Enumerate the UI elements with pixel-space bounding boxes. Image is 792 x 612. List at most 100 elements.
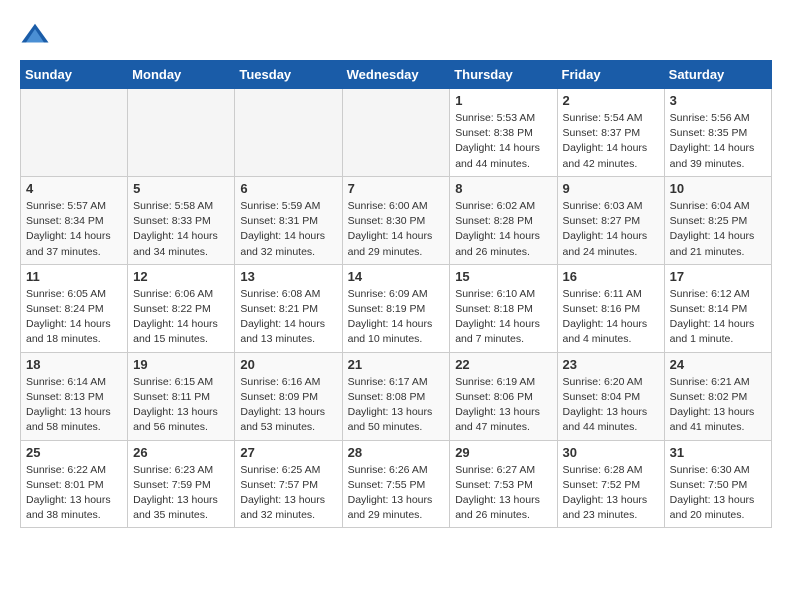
day-number: 8 bbox=[455, 181, 551, 196]
calendar-cell: 22 Sunrise: 6:19 AM Sunset: 8:06 PM Dayli… bbox=[450, 352, 557, 440]
calendar-cell: 6 Sunrise: 5:59 AM Sunset: 8:31 PM Daylig… bbox=[235, 176, 342, 264]
day-number: 10 bbox=[670, 181, 766, 196]
day-number: 7 bbox=[348, 181, 445, 196]
logo-icon bbox=[20, 20, 50, 50]
day-number: 15 bbox=[455, 269, 551, 284]
calendar-cell: 29Sunrise: 6:27 AM Sunset: 7:53 PM Dayli… bbox=[450, 440, 557, 528]
calendar-week-row: 11 Sunrise: 6:05 AM Sunset: 8:24 PM Dayli… bbox=[21, 264, 772, 352]
day-number: 22 bbox=[455, 357, 551, 372]
calendar-cell: 28 Sunrise: 6:26 AM Sunset: 7:55 PM Dayli… bbox=[342, 440, 450, 528]
day-info: Sunrise: 6:21 AM Sunset: 8:02 PM Dayligh… bbox=[670, 375, 766, 436]
day-info: Sunrise: 6:05 AM Sunset: 8:24 PM Dayligh… bbox=[26, 287, 122, 348]
day-number: 23 bbox=[563, 357, 659, 372]
day-number: 3 bbox=[670, 93, 766, 108]
day-number: 29 bbox=[455, 445, 551, 460]
calendar-cell bbox=[21, 89, 128, 177]
calendar-cell: 23Sunrise: 6:20 AM Sunset: 8:04 PM Dayli… bbox=[557, 352, 664, 440]
calendar-week-row: 1 Sunrise: 5:53 AM Sunset: 8:38 PM Daylig… bbox=[21, 89, 772, 177]
calendar-cell: 20 Sunrise: 6:16 AM Sunset: 8:09 PM Dayli… bbox=[235, 352, 342, 440]
page-header bbox=[20, 20, 772, 50]
calendar-cell: 4 Sunrise: 5:57 AM Sunset: 8:34 PM Daylig… bbox=[21, 176, 128, 264]
calendar-cell: 27 Sunrise: 6:25 AM Sunset: 7:57 PM Dayli… bbox=[235, 440, 342, 528]
day-number: 24 bbox=[670, 357, 766, 372]
day-number: 14 bbox=[348, 269, 445, 284]
calendar-header-row: SundayMondayTuesdayWednesdayThursdayFrid… bbox=[21, 61, 772, 89]
calendar-cell: 16Sunrise: 6:11 AM Sunset: 8:16 PM Dayli… bbox=[557, 264, 664, 352]
calendar-cell: 31Sunrise: 6:30 AM Sunset: 7:50 PM Dayli… bbox=[664, 440, 771, 528]
calendar-cell: 21 Sunrise: 6:17 AM Sunset: 8:08 PM Dayli… bbox=[342, 352, 450, 440]
calendar-cell: 14 Sunrise: 6:09 AM Sunset: 8:19 PM Dayli… bbox=[342, 264, 450, 352]
header-thursday: Thursday bbox=[450, 61, 557, 89]
calendar-cell: 25 Sunrise: 6:22 AM Sunset: 8:01 PM Dayli… bbox=[21, 440, 128, 528]
calendar-cell: 13 Sunrise: 6:08 AM Sunset: 8:21 PM Dayli… bbox=[235, 264, 342, 352]
calendar-cell: 3 Sunrise: 5:56 AM Sunset: 8:35 PM Daylig… bbox=[664, 89, 771, 177]
day-number: 20 bbox=[240, 357, 336, 372]
day-info: Sunrise: 6:12 AM Sunset: 8:14 PM Dayligh… bbox=[670, 287, 766, 348]
day-info: Sunrise: 6:26 AM Sunset: 7:55 PM Dayligh… bbox=[348, 463, 445, 524]
day-info: Sunrise: 5:53 AM Sunset: 8:38 PM Dayligh… bbox=[455, 111, 551, 172]
day-info: Sunrise: 6:06 AM Sunset: 8:22 PM Dayligh… bbox=[133, 287, 229, 348]
day-info: Sunrise: 6:14 AM Sunset: 8:13 PM Dayligh… bbox=[26, 375, 122, 436]
calendar-cell: 2 Sunrise: 5:54 AM Sunset: 8:37 PM Daylig… bbox=[557, 89, 664, 177]
day-info: Sunrise: 5:57 AM Sunset: 8:34 PM Dayligh… bbox=[26, 199, 122, 260]
calendar-cell: 9 Sunrise: 6:03 AM Sunset: 8:27 PM Daylig… bbox=[557, 176, 664, 264]
calendar-cell bbox=[342, 89, 450, 177]
day-number: 2 bbox=[563, 93, 659, 108]
day-number: 16 bbox=[563, 269, 659, 284]
day-number: 13 bbox=[240, 269, 336, 284]
day-info: Sunrise: 6:17 AM Sunset: 8:08 PM Dayligh… bbox=[348, 375, 445, 436]
day-info: Sunrise: 6:16 AM Sunset: 8:09 PM Dayligh… bbox=[240, 375, 336, 436]
header-sunday: Sunday bbox=[21, 61, 128, 89]
day-number: 25 bbox=[26, 445, 122, 460]
day-number: 9 bbox=[563, 181, 659, 196]
calendar-cell: 8 Sunrise: 6:02 AM Sunset: 8:28 PM Daylig… bbox=[450, 176, 557, 264]
day-number: 17 bbox=[670, 269, 766, 284]
header-saturday: Saturday bbox=[664, 61, 771, 89]
calendar-cell: 19 Sunrise: 6:15 AM Sunset: 8:11 PM Dayli… bbox=[128, 352, 235, 440]
day-info: Sunrise: 6:22 AM Sunset: 8:01 PM Dayligh… bbox=[26, 463, 122, 524]
calendar-cell: 10 Sunrise: 6:04 AM Sunset: 8:25 PM Dayli… bbox=[664, 176, 771, 264]
calendar-cell: 7 Sunrise: 6:00 AM Sunset: 8:30 PM Daylig… bbox=[342, 176, 450, 264]
day-number: 28 bbox=[348, 445, 445, 460]
calendar-cell bbox=[235, 89, 342, 177]
calendar-cell: 30 Sunrise: 6:28 AM Sunset: 7:52 PM Dayli… bbox=[557, 440, 664, 528]
day-info: Sunrise: 6:30 AM Sunset: 7:50 PM Dayligh… bbox=[670, 463, 766, 524]
day-number: 5 bbox=[133, 181, 229, 196]
day-number: 4 bbox=[26, 181, 122, 196]
calendar-cell: 24 Sunrise: 6:21 AM Sunset: 8:02 PM Dayli… bbox=[664, 352, 771, 440]
calendar-cell: 11 Sunrise: 6:05 AM Sunset: 8:24 PM Dayli… bbox=[21, 264, 128, 352]
day-number: 26 bbox=[133, 445, 229, 460]
day-info: Sunrise: 6:19 AM Sunset: 8:06 PM Dayligh… bbox=[455, 375, 551, 436]
header-friday: Friday bbox=[557, 61, 664, 89]
day-info: Sunrise: 6:03 AM Sunset: 8:27 PM Dayligh… bbox=[563, 199, 659, 260]
day-info: Sunrise: 6:25 AM Sunset: 7:57 PM Dayligh… bbox=[240, 463, 336, 524]
day-info: Sunrise: 6:00 AM Sunset: 8:30 PM Dayligh… bbox=[348, 199, 445, 260]
day-info: Sunrise: 5:56 AM Sunset: 8:35 PM Dayligh… bbox=[670, 111, 766, 172]
calendar-week-row: 4 Sunrise: 5:57 AM Sunset: 8:34 PM Daylig… bbox=[21, 176, 772, 264]
calendar-cell: 18 Sunrise: 6:14 AM Sunset: 8:13 PM Dayli… bbox=[21, 352, 128, 440]
day-info: Sunrise: 6:28 AM Sunset: 7:52 PM Dayligh… bbox=[563, 463, 659, 524]
day-number: 30 bbox=[563, 445, 659, 460]
day-info: Sunrise: 6:09 AM Sunset: 8:19 PM Dayligh… bbox=[348, 287, 445, 348]
day-number: 1 bbox=[455, 93, 551, 108]
day-info: Sunrise: 5:54 AM Sunset: 8:37 PM Dayligh… bbox=[563, 111, 659, 172]
day-number: 27 bbox=[240, 445, 336, 460]
day-info: Sunrise: 6:10 AM Sunset: 8:18 PM Dayligh… bbox=[455, 287, 551, 348]
calendar-cell: 5Sunrise: 5:58 AM Sunset: 8:33 PM Daylig… bbox=[128, 176, 235, 264]
header-monday: Monday bbox=[128, 61, 235, 89]
calendar-cell: 17 Sunrise: 6:12 AM Sunset: 8:14 PM Dayli… bbox=[664, 264, 771, 352]
day-info: Sunrise: 6:08 AM Sunset: 8:21 PM Dayligh… bbox=[240, 287, 336, 348]
day-number: 11 bbox=[26, 269, 122, 284]
day-info: Sunrise: 6:23 AM Sunset: 7:59 PM Dayligh… bbox=[133, 463, 229, 524]
day-number: 19 bbox=[133, 357, 229, 372]
day-info: Sunrise: 6:15 AM Sunset: 8:11 PM Dayligh… bbox=[133, 375, 229, 436]
calendar-cell: 26 Sunrise: 6:23 AM Sunset: 7:59 PM Dayli… bbox=[128, 440, 235, 528]
day-number: 21 bbox=[348, 357, 445, 372]
calendar-week-row: 25 Sunrise: 6:22 AM Sunset: 8:01 PM Dayli… bbox=[21, 440, 772, 528]
day-info: Sunrise: 6:02 AM Sunset: 8:28 PM Dayligh… bbox=[455, 199, 551, 260]
calendar-cell: 1 Sunrise: 5:53 AM Sunset: 8:38 PM Daylig… bbox=[450, 89, 557, 177]
day-info: Sunrise: 5:59 AM Sunset: 8:31 PM Dayligh… bbox=[240, 199, 336, 260]
day-info: Sunrise: 6:04 AM Sunset: 8:25 PM Dayligh… bbox=[670, 199, 766, 260]
day-number: 6 bbox=[240, 181, 336, 196]
day-number: 18 bbox=[26, 357, 122, 372]
